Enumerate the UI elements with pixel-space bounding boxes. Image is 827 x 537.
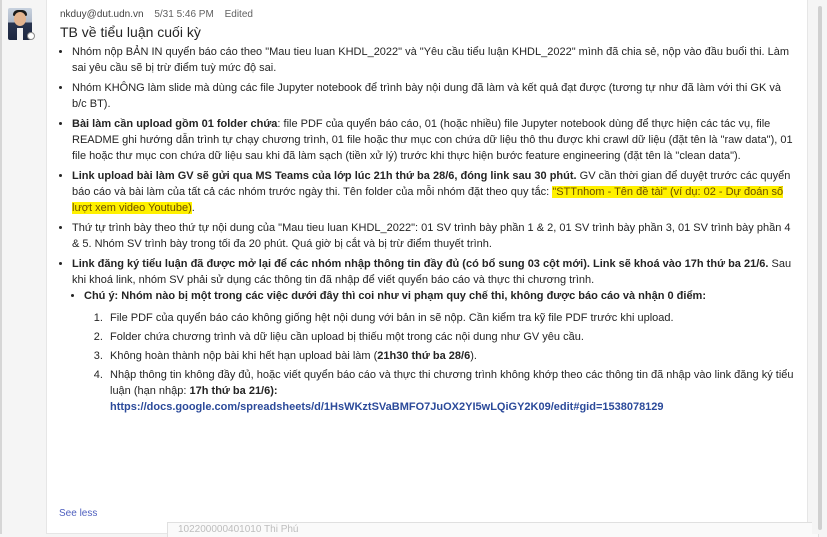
registration-link[interactable]: https://docs.google.com/spreadsheets/d/1…	[110, 401, 664, 413]
note-item: Chú ý: Nhóm nào bị một trong các việc dư…	[84, 288, 795, 415]
numbered-item: File PDF của quyển báo cáo không giống h…	[106, 310, 795, 326]
list-item: Thứ tự trình bày theo thứ tự nội dung củ…	[72, 220, 795, 252]
bullet-text-2: Nhóm KHÔNG làm slide mà dùng các file Ju…	[72, 82, 781, 110]
message-time: 5/31 5:46 PM	[154, 9, 214, 20]
list-item: Bài làm cần upload gồm 01 folder chứa: f…	[72, 116, 795, 164]
numbered-item: Nhập thông tin không đầy đủ, hoặc viết q…	[106, 367, 795, 415]
note-list: Chú ý: Nhóm nào bị một trong các việc dư…	[72, 288, 795, 415]
bullet-3-bold: Bài làm cần upload gồm 01 folder chứa	[72, 118, 278, 130]
violation-3-pre: Không hoàn thành nộp bài khi hết hạn upl…	[110, 350, 378, 362]
violation-list: File PDF của quyển báo cáo không giống h…	[84, 310, 795, 415]
violation-2: Folder chứa chương trình và dữ liệu cần …	[110, 331, 584, 343]
violation-1: File PDF của quyển báo cáo không giống h…	[110, 312, 674, 324]
reply-preview[interactable]: 102200000401010 Thi Phú	[167, 522, 819, 537]
bullet-text-1: Nhóm nộp BẢN IN quyển báo cáo theo "Mau …	[72, 46, 790, 74]
list-item: Link upload bài làm GV sẽ gửi qua MS Tea…	[72, 168, 795, 216]
message-title: TB về tiểu luận cuối kỳ	[60, 24, 201, 40]
list-item: Link đăng ký tiểu luận đã được mở lại để…	[72, 256, 795, 415]
presence-status-icon	[27, 32, 35, 40]
numbered-item: Folder chứa chương trình và dữ liệu cần …	[106, 329, 795, 345]
violation-4-bold: 17h thứ ba 21/6):	[189, 385, 278, 397]
avatar-shirt	[17, 28, 23, 40]
scrollbar-thumb[interactable]	[818, 6, 822, 530]
edited-label: Edited	[224, 9, 253, 20]
message-header: nkduy@dut.udn.vn 5/31 5:46 PM Edited	[60, 9, 261, 20]
numbered-item: Không hoàn thành nộp bài khi hết hạn upl…	[106, 348, 795, 364]
see-less-link[interactable]: See less	[59, 508, 97, 519]
bullet-list: Nhóm nộp BẢN IN quyển báo cáo theo "Mau …	[60, 44, 795, 415]
message-body: Nhóm nộp BẢN IN quyển báo cáo theo "Mau …	[60, 44, 795, 419]
note-text: Chú ý: Nhóm nào bị một trong các việc dư…	[84, 290, 707, 302]
left-border	[0, 0, 2, 534]
bullet-6-bold: Link đăng ký tiểu luận đã được mở lại để…	[72, 258, 769, 270]
message-card: nkduy@dut.udn.vn 5/31 5:46 PM Edited TB …	[46, 0, 819, 537]
avatar-face	[14, 12, 26, 26]
author-name[interactable]: nkduy@dut.udn.vn	[60, 9, 144, 20]
bullet-4-end: .	[191, 202, 195, 214]
violation-3-bold: 21h30 thứ ba 28/6	[377, 350, 471, 362]
list-item: Nhóm nộp BẢN IN quyển báo cáo theo "Mau …	[72, 44, 795, 76]
violation-3-post: ).	[470, 350, 477, 362]
bullet-4-bold: Link upload bài làm GV sẽ gửi qua MS Tea…	[72, 170, 577, 182]
bullet-text-5: Thứ tự trình bày theo thứ tự nội dung củ…	[72, 222, 791, 250]
list-item: Nhóm KHÔNG làm slide mà dùng các file Ju…	[72, 80, 795, 112]
